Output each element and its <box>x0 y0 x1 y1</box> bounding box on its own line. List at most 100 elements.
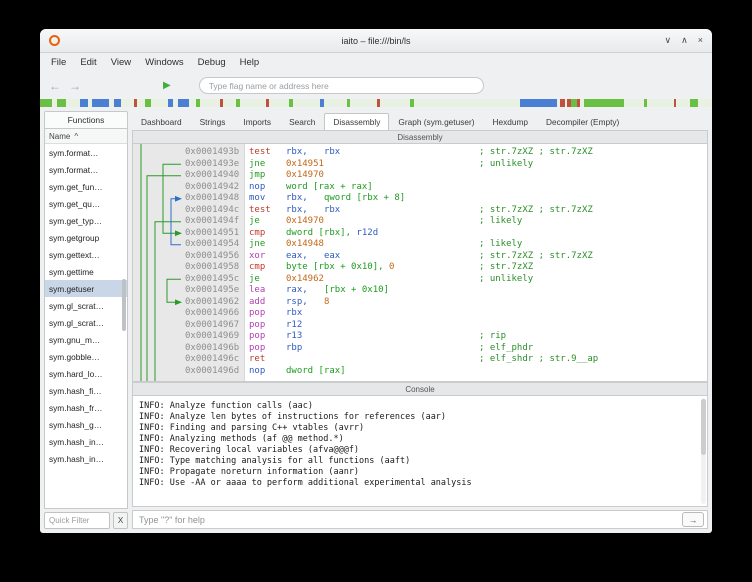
console-lines: INFO: Analyze function calls (aac)INFO: … <box>139 401 701 489</box>
functions-column-header[interactable]: Name ^ <box>45 129 127 144</box>
instruction-address: 0x0001496b <box>185 343 239 355</box>
disasm-line[interactable]: 0x00014962addrsp, 8 <box>133 297 707 309</box>
memory-segment <box>584 99 624 107</box>
disasm-line[interactable]: 0x0001493btestrbx, rbx; str.7zXZ ; str.7… <box>133 147 707 159</box>
tab-graph-sym-getuser[interactable]: Graph (sym.getuser) <box>389 113 483 130</box>
memory-map-bar[interactable] <box>40 99 712 107</box>
function-list-item[interactable]: sym.gnu_m… <box>45 331 127 348</box>
instruction-mnemonic: jne <box>249 159 265 171</box>
function-list-item[interactable]: sym.gl_scrat… <box>45 297 127 314</box>
disasm-line[interactable]: 0x0001496dnopdword [rax] <box>133 366 707 378</box>
disasm-line[interactable]: 0x00014967popr12 <box>133 320 707 332</box>
column-header-label: Name <box>49 132 70 141</box>
memory-segment <box>520 99 558 107</box>
function-list-item[interactable]: sym.gettext… <box>45 246 127 263</box>
disasm-line[interactable]: 0x0001493ejne0x14951; unlikely <box>133 159 707 171</box>
instruction-comment: ; likely <box>479 239 522 251</box>
function-list-item[interactable]: sym.hash_in… <box>45 450 127 467</box>
back-icon[interactable]: ← <box>49 80 61 92</box>
tab-decompiler-empty[interactable]: Decompiler (Empty) <box>537 113 628 130</box>
tab-strings[interactable]: Strings <box>191 113 235 130</box>
menu-bar: FileEditViewWindowsDebugHelp <box>40 53 712 72</box>
disasm-line[interactable]: 0x0001494ctestrbx, rbx; str.7zXZ ; str.7… <box>133 205 707 217</box>
tab-search[interactable]: Search <box>280 113 324 130</box>
tab-hexdump[interactable]: Hexdump <box>484 113 538 130</box>
console-command-input[interactable] <box>139 515 678 525</box>
minimize-icon[interactable]: ∨ <box>665 35 672 46</box>
function-list-item[interactable]: sym.getgroup <box>45 229 127 246</box>
disasm-line[interactable]: 0x0001495cje0x14962; unlikely <box>133 274 707 286</box>
disasm-line[interactable]: 0x00014942nopword [rax + rax] <box>133 182 707 194</box>
instruction-mnemonic: jne <box>249 239 265 251</box>
disasm-line[interactable]: 0x0001496bpoprbp; elf_phdr <box>133 343 707 355</box>
quick-filter-row: X <box>44 512 128 529</box>
instruction-address: 0x00014962 <box>185 297 239 309</box>
operand: byte [rbx + 0x10], <box>286 262 389 272</box>
menu-item-edit[interactable]: Edit <box>73 55 103 70</box>
memory-segment <box>80 99 88 107</box>
disassembly-dock-header[interactable]: Disassembly <box>132 130 708 144</box>
disasm-line[interactable]: 0x00014969popr13; rip <box>133 331 707 343</box>
function-list-item[interactable]: sym.hash_g… <box>45 416 127 433</box>
tab-disassembly[interactable]: Disassembly <box>324 113 389 130</box>
instruction-comment: ; elf_shdr ; str.9__ap <box>479 354 598 366</box>
disasm-line[interactable]: 0x00014966poprbx <box>133 308 707 320</box>
operand: rbp <box>286 343 302 353</box>
console-dock-header[interactable]: Console <box>132 382 708 396</box>
tab-dashboard[interactable]: Dashboard <box>132 113 191 130</box>
disassembly-view[interactable]: 0x0001493btestrbx, rbx; str.7zXZ ; str.7… <box>132 144 708 382</box>
play-icon[interactable]: ▶ <box>163 81 171 91</box>
disasm-line[interactable]: 0x0001496cret; elf_shdr ; str.9__ap <box>133 354 707 366</box>
disasm-line[interactable]: 0x00014951cmpdword [rbx], r12d <box>133 228 707 240</box>
console-scrollbar-thumb[interactable] <box>701 399 706 455</box>
menu-item-debug[interactable]: Debug <box>191 55 233 70</box>
menu-item-help[interactable]: Help <box>233 55 267 70</box>
clear-filter-button[interactable]: X <box>113 512 128 529</box>
instruction-mnemonic: je <box>249 216 260 228</box>
operand: eax <box>324 251 340 261</box>
disasm-line[interactable]: 0x00014948movrbx, qword [rbx + 8] <box>133 193 707 205</box>
menu-item-windows[interactable]: Windows <box>138 55 191 70</box>
function-list-item[interactable]: sym.get_fun… <box>45 178 127 195</box>
console-send-button[interactable]: → <box>682 512 704 527</box>
function-list-item[interactable]: sym.get_typ… <box>45 212 127 229</box>
forward-icon[interactable]: → <box>69 80 81 92</box>
menu-item-view[interactable]: View <box>104 55 138 70</box>
instruction-operands: rax, [rbx + 0x10] <box>286 285 389 297</box>
instruction-operands: dword [rbx], r12d <box>286 228 378 240</box>
menu-item-file[interactable]: File <box>44 55 73 70</box>
function-list-item[interactable]: sym.format… <box>45 161 127 178</box>
operand: rbx <box>324 205 340 215</box>
console-output[interactable]: INFO: Analyze function calls (aac)INFO: … <box>132 396 708 507</box>
function-list-item[interactable]: sym.gettime <box>45 263 127 280</box>
disasm-line[interactable]: 0x00014956xoreax, eax; str.7zXZ ; str.7z… <box>133 251 707 263</box>
memory-segment <box>324 99 348 107</box>
disasm-line[interactable]: 0x0001495elearax, [rbx + 0x10] <box>133 285 707 297</box>
tab-imports[interactable]: Imports <box>234 113 280 130</box>
close-icon[interactable]: × <box>698 35 703 46</box>
maximize-icon[interactable]: ∧ <box>681 35 688 46</box>
instruction-comment: ; elf_phdr <box>479 343 533 355</box>
instruction-operands: word [rax + rax] <box>286 182 373 194</box>
disasm-line[interactable]: 0x00014940jmp0x14970 <box>133 170 707 182</box>
memory-segment <box>189 99 196 107</box>
function-list-item[interactable]: sym.get_qu… <box>45 195 127 212</box>
function-list-item[interactable]: sym.gl_scrat… <box>45 314 127 331</box>
disasm-line[interactable]: 0x00014958cmpbyte [rbx + 0x10], 0; str.7… <box>133 262 707 274</box>
flag-address-input[interactable] <box>199 77 484 94</box>
disasm-line[interactable]: 0x00014954jne0x14948; likely <box>133 239 707 251</box>
function-list-item[interactable]: sym.gobble… <box>45 348 127 365</box>
functions-tab[interactable]: Functions <box>44 111 128 128</box>
function-list-item[interactable]: sym.format… <box>45 144 127 161</box>
function-list-item[interactable]: sym.hard_lo… <box>45 365 127 382</box>
titlebar[interactable]: iaito – file:///bin/ls ∨ ∧ × <box>40 29 712 53</box>
function-list-item[interactable]: sym.hash_fi… <box>45 382 127 399</box>
functions-scrollbar[interactable] <box>122 279 126 331</box>
disasm-line[interactable]: 0x0001494fje0x14970; likely <box>133 216 707 228</box>
instruction-mnemonic: cmp <box>249 228 265 240</box>
memory-segment <box>121 99 134 107</box>
function-list-item[interactable]: sym.getuser <box>45 280 127 297</box>
function-list-item[interactable]: sym.hash_in… <box>45 433 127 450</box>
function-list-item[interactable]: sym.hash_fr… <box>45 399 127 416</box>
quick-filter-input[interactable] <box>44 512 110 529</box>
